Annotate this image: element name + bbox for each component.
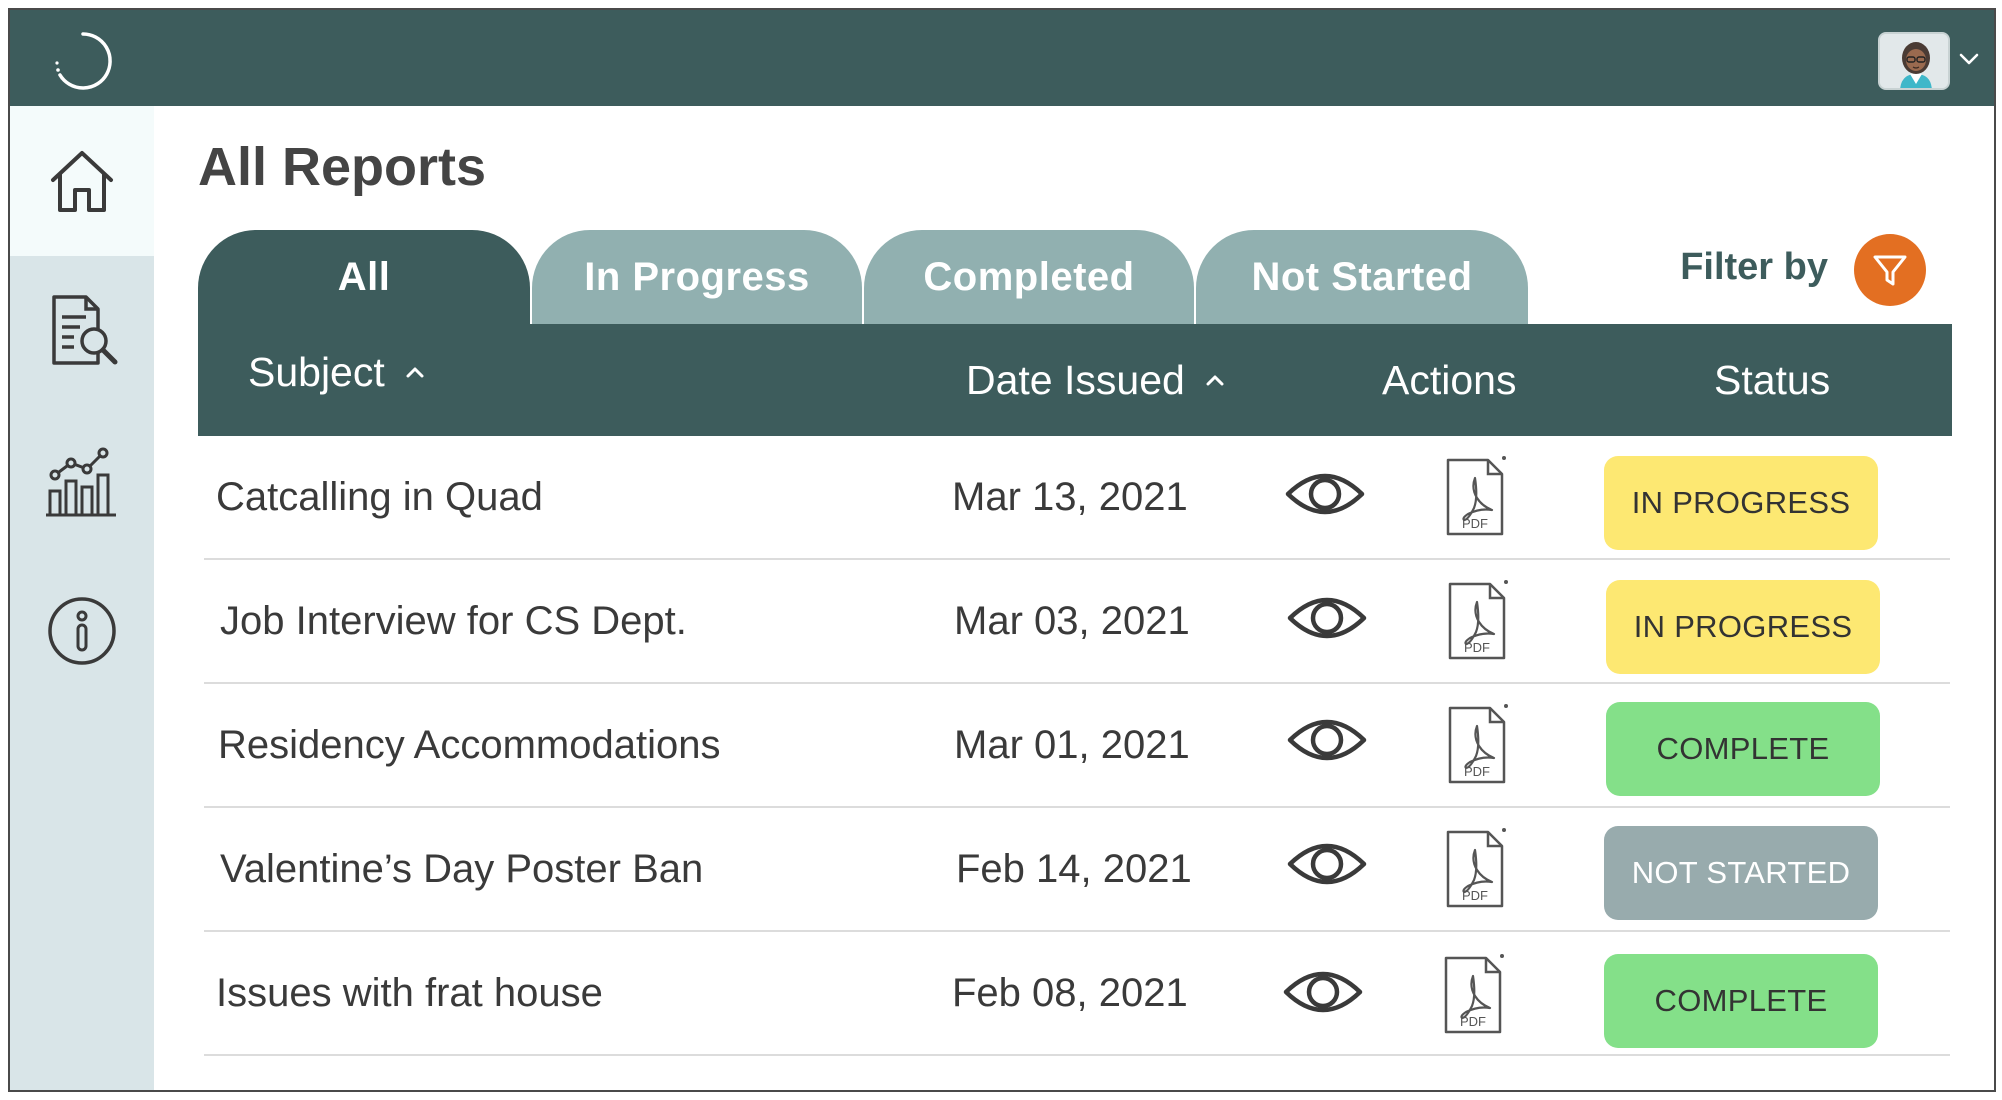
- tab-all[interactable]: All: [198, 230, 530, 324]
- row-date: Mar 03, 2021: [954, 598, 1190, 643]
- row-subject: Issues with frat house: [216, 970, 603, 1015]
- user-avatar-icon[interactable]: [1878, 32, 1950, 90]
- funnel-icon: [1873, 255, 1907, 286]
- view-button[interactable]: [1284, 466, 1366, 522]
- column-date-label: Date Issued: [966, 356, 1185, 403]
- download-pdf-button[interactable]: PDF: [1444, 454, 1510, 538]
- table-row[interactable]: Catcalling in Quad Mar 13, 2021 PDF IN P…: [204, 436, 1950, 560]
- sort-ascending-icon[interactable]: [1203, 368, 1227, 392]
- column-subject[interactable]: Subject: [248, 316, 427, 428]
- row-subject: Valentine’s Day Poster Ban: [220, 846, 704, 891]
- status-tabs: All In Progress Completed Not Started: [198, 230, 1560, 324]
- download-pdf-button[interactable]: PDF: [1446, 578, 1512, 662]
- sidebar-item-reports[interactable]: [10, 256, 154, 406]
- document-search-icon: [52, 295, 118, 365]
- pdf-file-icon: PDF: [1446, 828, 1506, 908]
- sort-ascending-icon[interactable]: [403, 360, 427, 384]
- column-status: Status: [1714, 324, 1830, 436]
- table-row[interactable]: Valentine’s Day Poster Ban Feb 14, 2021 …: [204, 808, 1950, 932]
- eye-icon: [1287, 597, 1367, 639]
- view-button[interactable]: [1286, 712, 1368, 768]
- sidebar: [10, 106, 154, 1090]
- top-bar: [10, 10, 1994, 106]
- pdf-file-icon: PDF: [1446, 456, 1506, 536]
- circle-logo-icon[interactable]: [52, 30, 114, 92]
- tab-completed[interactable]: Completed: [864, 230, 1194, 324]
- download-pdf-button[interactable]: PDF: [1446, 702, 1512, 786]
- status-badge: COMPLETE: [1604, 954, 1878, 1048]
- table-row[interactable]: Job Interview for CS Dept. Mar 03, 2021 …: [204, 560, 1950, 684]
- filter-button[interactable]: [1854, 234, 1926, 306]
- pdf-label: PDF: [1464, 640, 1490, 655]
- sidebar-item-info[interactable]: [10, 556, 154, 706]
- row-subject: Residency Accommodations: [218, 722, 721, 767]
- pdf-file-icon: PDF: [1448, 704, 1508, 784]
- view-button[interactable]: [1286, 836, 1368, 892]
- home-icon: [51, 151, 113, 212]
- pdf-label: PDF: [1464, 764, 1490, 779]
- row-date: Feb 14, 2021: [956, 846, 1192, 891]
- pdf-label: PDF: [1462, 516, 1488, 531]
- page-title: All Reports: [198, 137, 487, 197]
- tab-not-started[interactable]: Not Started: [1196, 230, 1528, 324]
- eye-icon: [1283, 971, 1363, 1013]
- download-pdf-button[interactable]: PDF: [1442, 952, 1508, 1036]
- row-date: Feb 08, 2021: [952, 970, 1188, 1015]
- bar-chart-icon: [46, 447, 116, 517]
- column-status-label: Status: [1714, 356, 1831, 403]
- row-date: Mar 13, 2021: [952, 474, 1188, 519]
- status-badge: IN PROGRESS: [1606, 580, 1880, 674]
- eye-icon: [1285, 473, 1365, 515]
- column-date-issued[interactable]: Date Issued: [966, 324, 1227, 436]
- view-button[interactable]: [1282, 964, 1364, 1020]
- column-actions: Actions: [1382, 324, 1516, 436]
- sidebar-item-home[interactable]: [10, 106, 154, 256]
- status-badge: IN PROGRESS: [1604, 456, 1878, 550]
- sidebar-item-analytics[interactable]: [10, 406, 154, 556]
- row-subject: Catcalling in Quad: [216, 474, 543, 519]
- status-badge: COMPLETE: [1606, 702, 1880, 796]
- row-subject: Job Interview for CS Dept.: [220, 598, 687, 643]
- eye-icon: [1287, 843, 1367, 885]
- column-actions-label: Actions: [1382, 356, 1517, 403]
- table-header: Subject Date Issued Actions Status: [198, 324, 1952, 436]
- tab-in-progress[interactable]: In Progress: [532, 230, 862, 324]
- download-pdf-button[interactable]: PDF: [1444, 826, 1510, 910]
- status-badge: NOT STARTED: [1604, 826, 1878, 920]
- eye-icon: [1287, 719, 1367, 761]
- pdf-label: PDF: [1460, 1014, 1486, 1029]
- pdf-label: PDF: [1462, 888, 1488, 903]
- pdf-file-icon: PDF: [1444, 954, 1504, 1034]
- pdf-file-icon: PDF: [1448, 580, 1508, 660]
- table-row[interactable]: Issues with frat house Feb 08, 2021 PDF …: [204, 932, 1950, 1056]
- chevron-down-icon[interactable]: [1956, 46, 1982, 72]
- app-window: All Reports All In Progress Completed No…: [8, 8, 1996, 1092]
- table-row[interactable]: Residency Accommodations Mar 01, 2021 PD…: [204, 684, 1950, 808]
- column-subject-label: Subject: [248, 348, 385, 395]
- row-date: Mar 01, 2021: [954, 722, 1190, 767]
- view-button[interactable]: [1286, 590, 1368, 646]
- filter-label: Filter by: [1680, 246, 1828, 288]
- main-content: All Reports All In Progress Completed No…: [154, 106, 1994, 1090]
- info-icon: [48, 597, 116, 665]
